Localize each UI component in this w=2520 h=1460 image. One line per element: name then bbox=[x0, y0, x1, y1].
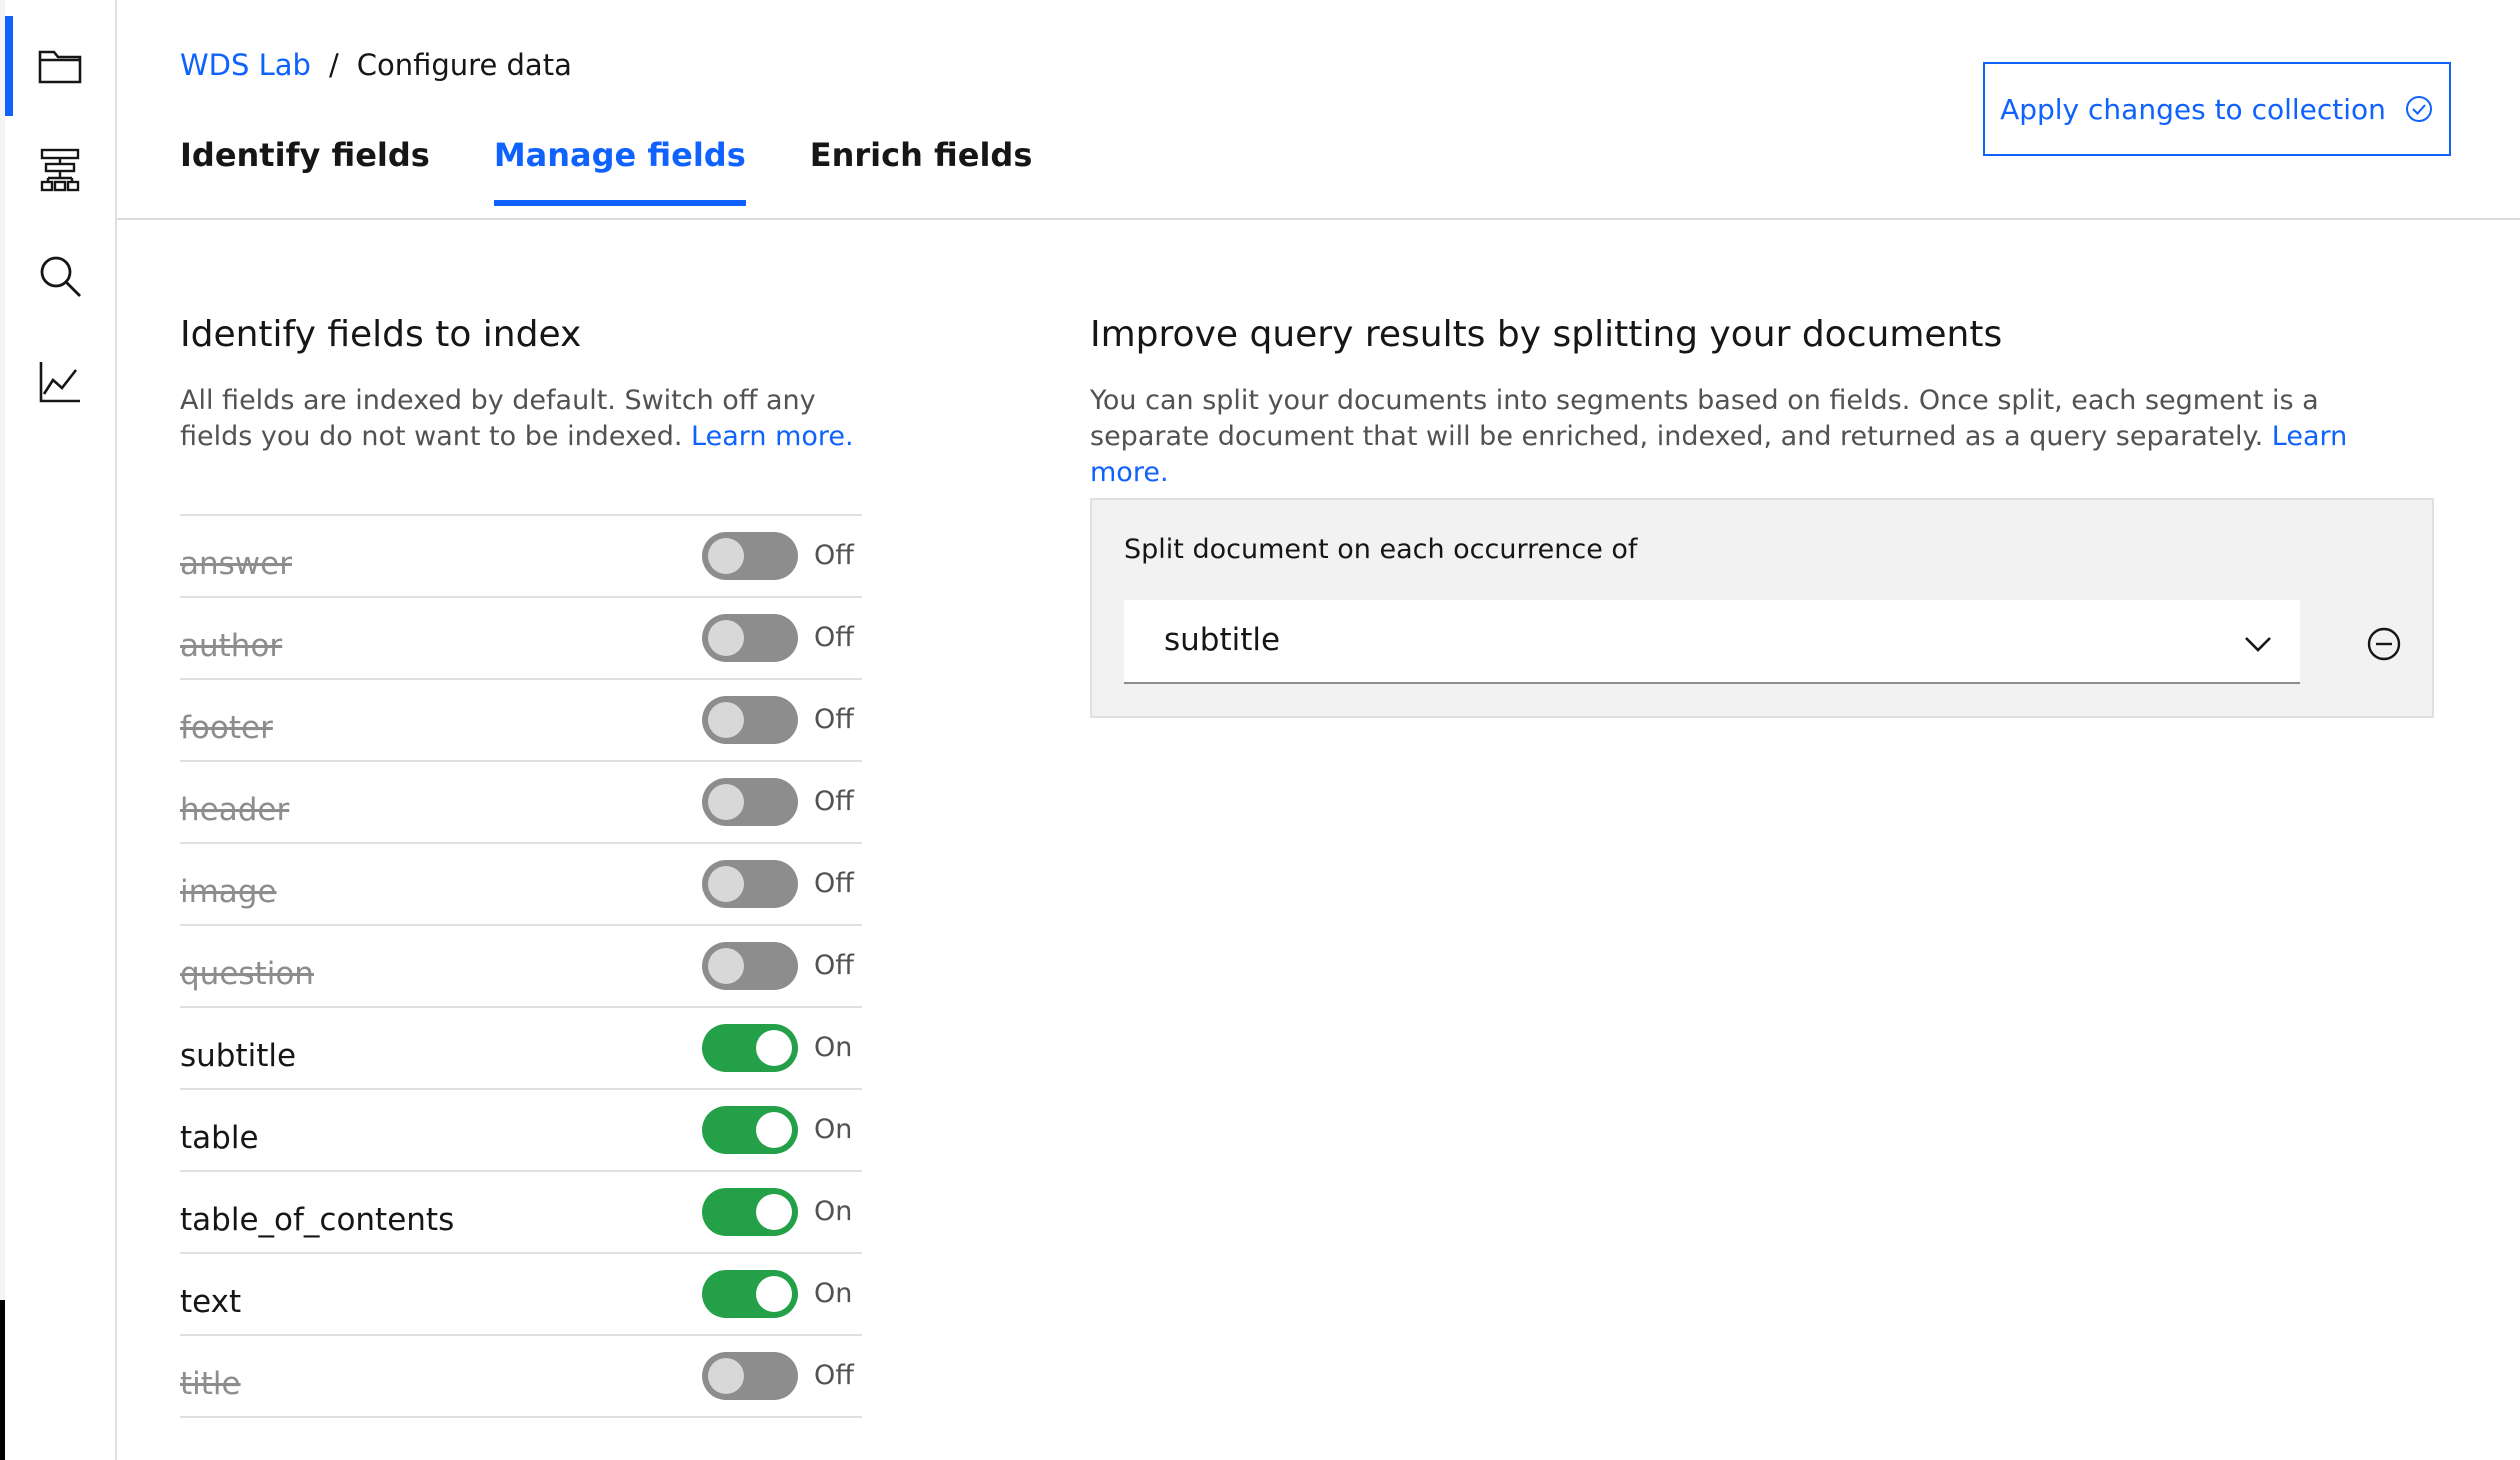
field-name: header bbox=[180, 792, 290, 828]
tab-enrich-fields[interactable]: Enrich fields bbox=[810, 136, 1033, 206]
breadcrumb: WDS Lab / Configure data bbox=[180, 48, 572, 82]
toggle-knob bbox=[756, 1112, 792, 1148]
split-label: Split document on each occurrence of bbox=[1124, 534, 1638, 565]
toggle-knob bbox=[756, 1276, 792, 1312]
chevron-down-icon bbox=[2245, 637, 2271, 652]
field-row-subtitle: subtitle On bbox=[180, 1008, 862, 1090]
field-toggle-table_of_contents[interactable] bbox=[702, 1188, 798, 1236]
split-section: Improve query results by splitting your … bbox=[1090, 314, 2430, 491]
tab-list: Identify fields Manage fields Enrich fie… bbox=[180, 136, 1032, 206]
field-toggle-footer[interactable] bbox=[702, 696, 798, 744]
field-row-footer: footer Off bbox=[180, 680, 862, 762]
side-rail bbox=[5, 0, 117, 1460]
toggle-state-label: Off bbox=[814, 868, 854, 899]
toggle-knob bbox=[756, 1030, 792, 1066]
remove-split-icon[interactable] bbox=[2364, 624, 2404, 664]
tab-identify-fields[interactable]: Identify fields bbox=[180, 136, 430, 206]
toggle-knob bbox=[708, 538, 744, 574]
toggle-state-label: Off bbox=[814, 950, 854, 981]
field-toggle-subtitle[interactable] bbox=[702, 1024, 798, 1072]
data-structure-icon bbox=[40, 148, 80, 192]
field-toggle-header[interactable] bbox=[702, 778, 798, 826]
checkmark-outline-icon bbox=[2405, 96, 2432, 122]
field-row-title: title Off bbox=[180, 1336, 862, 1418]
page-header: WDS Lab / Configure data Identify fields… bbox=[117, 0, 2520, 220]
field-toggle-answer[interactable] bbox=[702, 532, 798, 580]
field-row-text: text On bbox=[180, 1254, 862, 1336]
toggle-knob bbox=[708, 1358, 744, 1394]
toggle-state-label: Off bbox=[814, 704, 854, 735]
field-row-table_of_contents: table_of_contents On bbox=[180, 1172, 862, 1254]
rail-item-structure[interactable] bbox=[5, 120, 115, 220]
field-name: question bbox=[180, 956, 314, 992]
field-row-author: author Off bbox=[180, 598, 862, 680]
toggle-state-label: On bbox=[814, 1032, 853, 1063]
toggle-state-label: Off bbox=[814, 786, 854, 817]
rail-item-projects[interactable] bbox=[5, 16, 115, 116]
toggle-knob bbox=[708, 866, 744, 902]
folder-icon bbox=[38, 50, 82, 84]
tab-manage-fields[interactable]: Manage fields bbox=[493, 136, 746, 206]
breadcrumb-separator: / bbox=[328, 48, 339, 82]
field-toggle-author[interactable] bbox=[702, 614, 798, 662]
field-list: answer Off author Off footer Off header Off imag… bbox=[180, 514, 862, 1418]
field-toggle-image[interactable] bbox=[702, 860, 798, 908]
index-learn-more-link[interactable]: Learn more. bbox=[691, 421, 854, 452]
toggle-knob bbox=[756, 1194, 792, 1230]
split-field-select[interactable]: subtitle bbox=[1124, 600, 2300, 684]
field-toggle-title[interactable] bbox=[702, 1352, 798, 1400]
split-section-description: You can split your documents into segmen… bbox=[1090, 383, 2430, 491]
field-name: table bbox=[180, 1120, 259, 1156]
breadcrumb-current: Configure data bbox=[356, 48, 572, 82]
field-row-question: question Off bbox=[180, 926, 862, 1008]
split-description-text: You can split your documents into segmen… bbox=[1090, 385, 2319, 452]
toggle-state-label: On bbox=[814, 1114, 853, 1145]
index-section-title: Identify fields to index bbox=[180, 314, 582, 355]
breadcrumb-root-link[interactable]: WDS Lab bbox=[180, 48, 311, 82]
toggle-state-label: On bbox=[814, 1196, 853, 1227]
field-name: author bbox=[180, 628, 283, 664]
field-name: footer bbox=[180, 710, 273, 746]
field-name: image bbox=[180, 874, 277, 910]
field-row-table: table On bbox=[180, 1090, 862, 1172]
rail-item-search[interactable] bbox=[5, 226, 115, 326]
index-section: Identify fields to index All fields are … bbox=[180, 314, 862, 455]
rail-item-analytics[interactable] bbox=[5, 332, 115, 432]
field-name: table_of_contents bbox=[180, 1202, 455, 1238]
field-row-header: header Off bbox=[180, 762, 862, 844]
toggle-knob bbox=[708, 702, 744, 738]
toggle-knob bbox=[708, 784, 744, 820]
field-toggle-table[interactable] bbox=[702, 1106, 798, 1154]
field-row-answer: answer Off bbox=[180, 516, 862, 598]
toggle-state-label: Off bbox=[814, 1360, 854, 1391]
field-toggle-text[interactable] bbox=[702, 1270, 798, 1318]
field-name: title bbox=[180, 1366, 241, 1402]
split-panel: Split document on each occurrence of sub… bbox=[1090, 498, 2434, 718]
apply-changes-label: Apply changes to collection bbox=[2000, 92, 2386, 126]
field-toggle-question[interactable] bbox=[702, 942, 798, 990]
toggle-state-label: On bbox=[814, 1278, 853, 1309]
split-field-value: subtitle bbox=[1164, 622, 1281, 658]
index-section-description: All fields are indexed by default. Switc… bbox=[180, 383, 862, 455]
field-row-image: image Off bbox=[180, 844, 862, 926]
field-name: text bbox=[180, 1284, 242, 1320]
toggle-state-label: Off bbox=[814, 622, 854, 653]
field-name: subtitle bbox=[180, 1038, 297, 1074]
toggle-knob bbox=[708, 620, 744, 656]
search-icon bbox=[40, 256, 81, 297]
toggle-state-label: Off bbox=[814, 540, 854, 571]
split-section-title: Improve query results by splitting your … bbox=[1090, 314, 2003, 355]
toggle-knob bbox=[708, 948, 744, 984]
analytics-chart-icon bbox=[39, 362, 80, 403]
field-name: answer bbox=[180, 546, 292, 582]
apply-changes-button[interactable]: Apply changes to collection bbox=[1983, 62, 2451, 156]
